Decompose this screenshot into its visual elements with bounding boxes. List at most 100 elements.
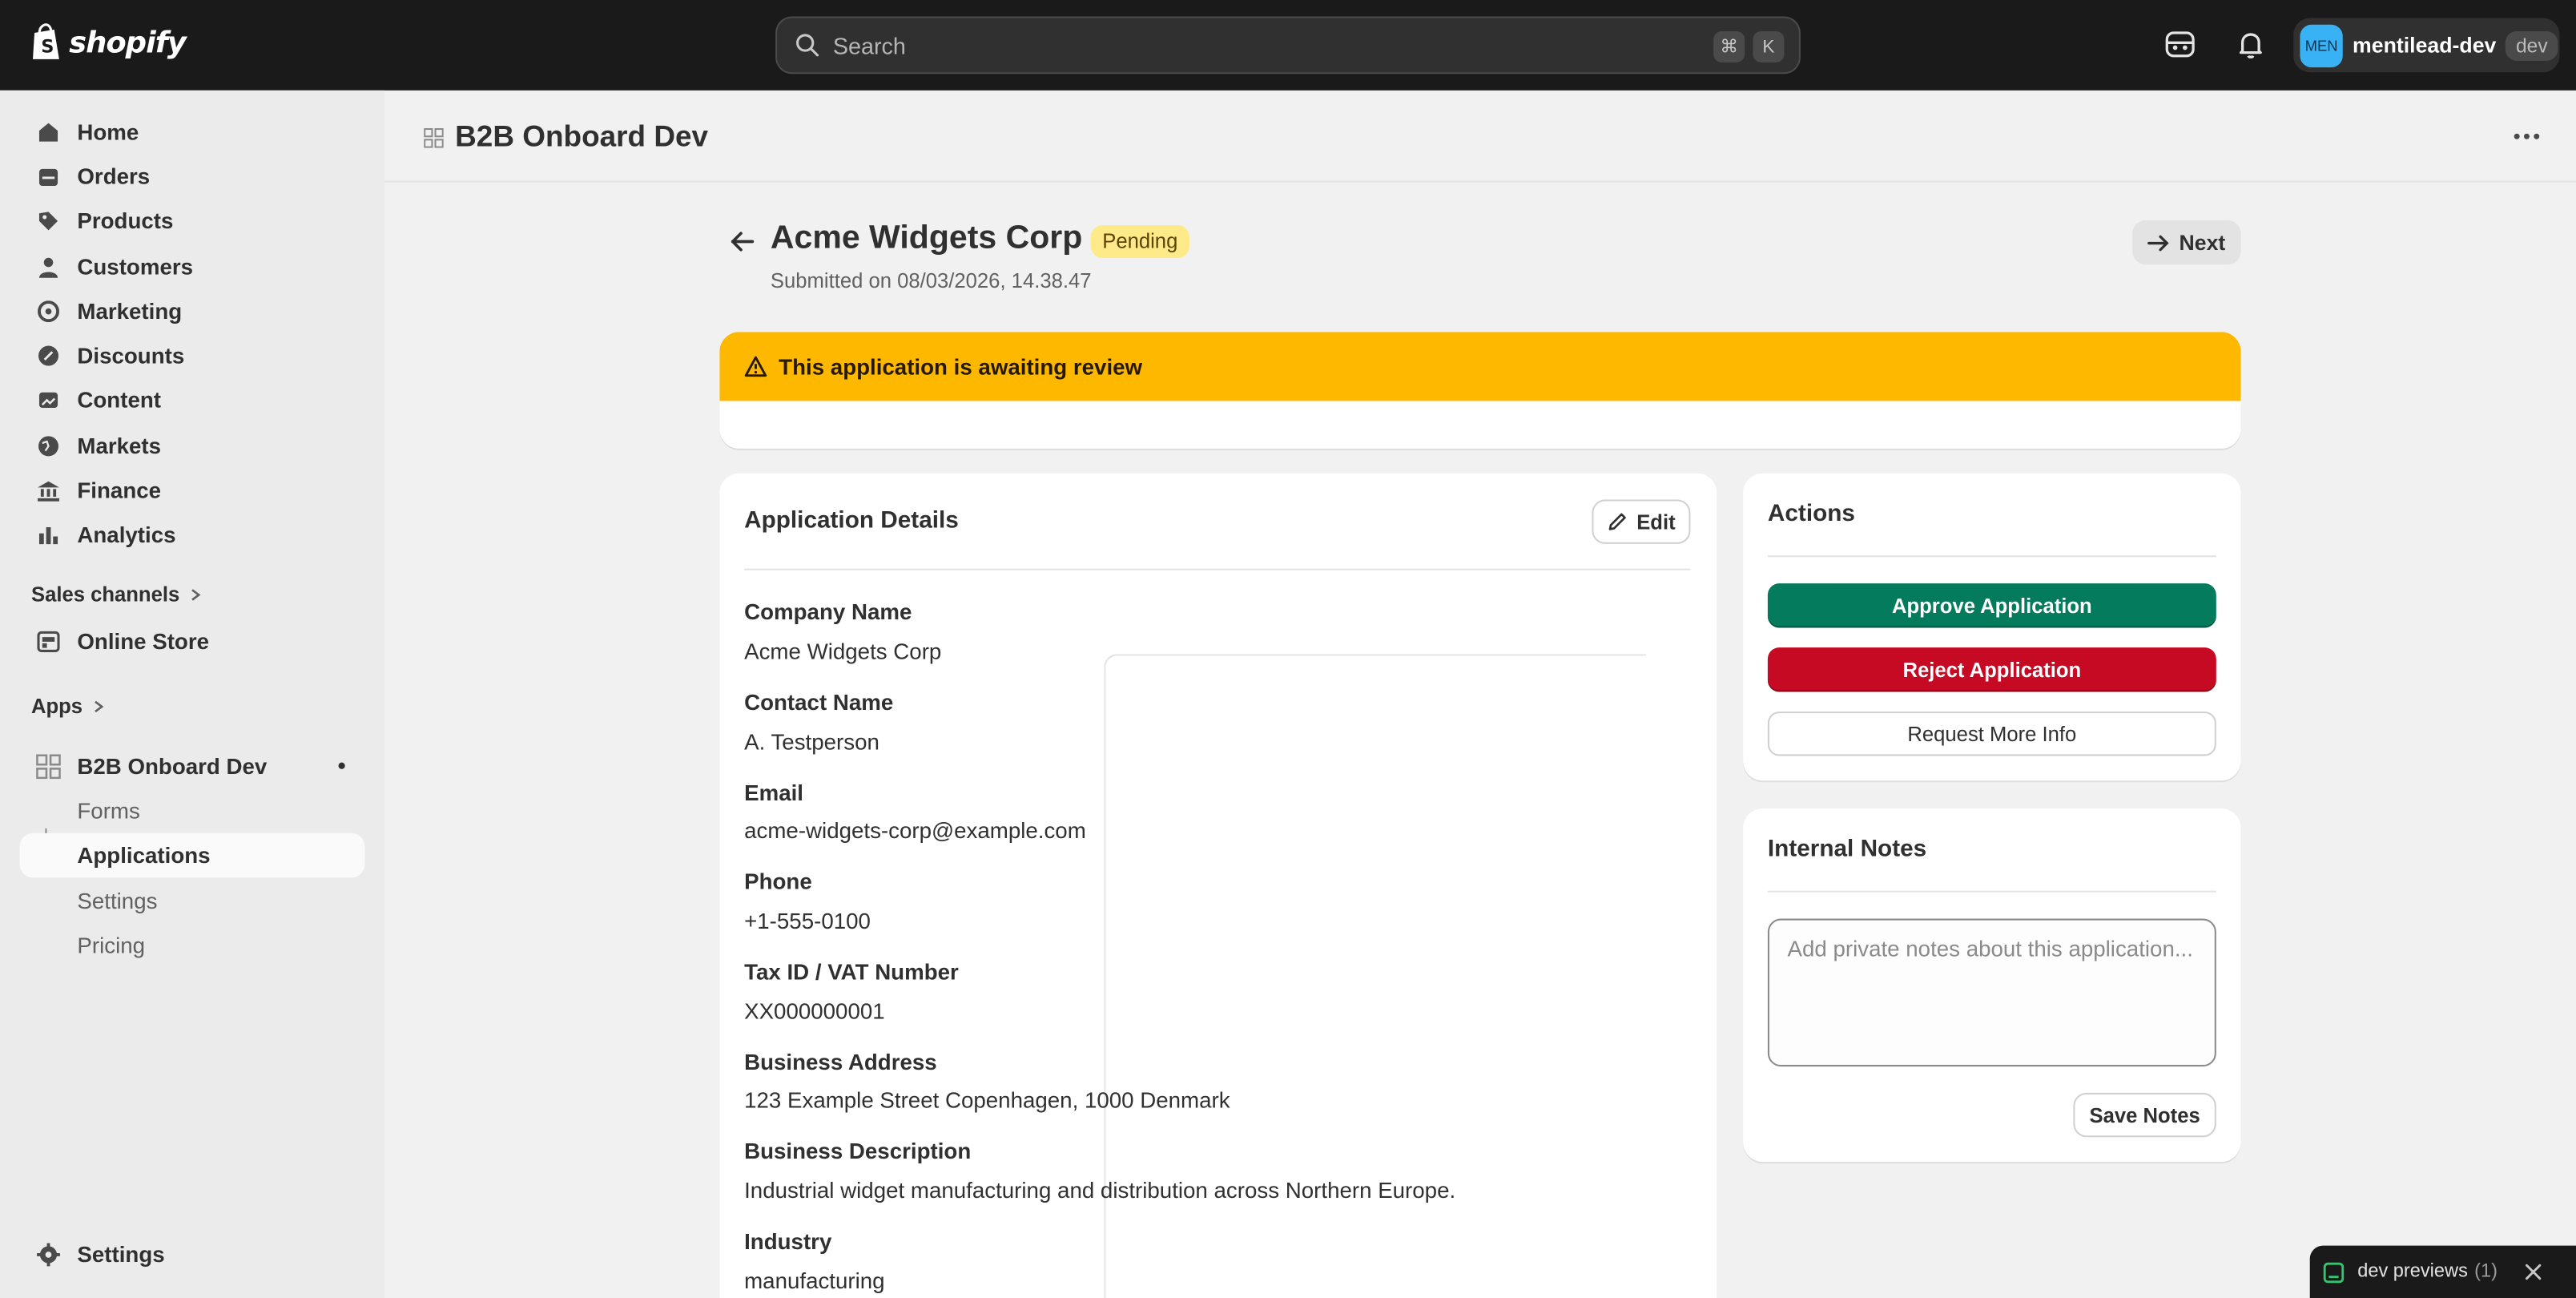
app-header: B2B Onboard Dev [384,91,2576,183]
avatar: MEN [2300,23,2343,67]
sidebar-subitem-label: Settings [77,889,158,914]
next-button[interactable]: Next [2132,220,2241,265]
apps-section[interactable]: Apps [30,695,106,719]
app-title: B2B Onboard Dev [455,119,709,153]
search-input[interactable]: Search ⌘ K [775,16,1801,75]
pencil-icon [1609,513,1627,530]
main-content: B2B Onboard Dev Acme Widgets Corp Pendin… [384,91,2576,1298]
edit-button[interactable]: Edit [1592,499,1691,544]
back-arrow-icon[interactable] [728,227,758,256]
sidebar-item-analytics[interactable]: Analytics [20,513,365,557]
field-value-industry: manufacturing [744,1268,885,1294]
status-badge: Pending [1090,224,1189,259]
dev-previews-label: dev previews [2357,1262,2468,1282]
shopify-logo[interactable]: S shopify [30,23,187,62]
sidebar-item-content[interactable]: Content [20,378,365,422]
field-value-phone: +1-555-0100 [744,909,871,933]
bank-icon [38,481,59,502]
field-value-company-name: Acme Widgets Corp [744,639,942,664]
person-icon [38,257,58,278]
sidebar-subitem-forms[interactable]: Forms [20,788,365,832]
sidebar-item-settings[interactable]: Settings [20,1232,365,1276]
sidebar-item-label: Settings [77,1242,165,1268]
sidebar-item-label: B2B Onboard Dev [77,754,268,780]
sidebar-item-label: Customers [77,254,194,280]
field-label-business-address: Business Address [744,1050,937,1075]
dev-previews-bar[interactable]: dev previews (1) [2309,1245,2576,1298]
search-placeholder: Search [832,31,906,58]
image-icon [38,392,58,409]
sidebar-subitem-label: Applications [77,843,211,868]
orders-icon [38,168,58,187]
globe-icon [38,436,59,457]
field-value-business-address: 123 Example Street Copenhagen, 1000 Denm… [744,1087,1230,1113]
app-grid-icon [36,754,61,780]
field-value-contact-name: A. Testperson [744,729,879,755]
field-value-business-description: Industrial widget manufacturing and dist… [744,1178,1456,1203]
sales-channels-section[interactable]: Sales channels [31,583,203,607]
reject-button[interactable]: Reject Application [1767,647,2216,692]
sidebar-item-orders[interactable]: Orders [20,155,365,199]
more-horizontal-icon[interactable] [2510,123,2543,150]
close-icon[interactable] [2523,1262,2543,1282]
sidebar-item-b2b-onboard-dev[interactable]: B2B Onboard Dev [20,744,365,788]
sidebar-item-label: Marketing [77,299,183,324]
sidebar-item-label: Markets [77,433,162,459]
actions-card: Actions Approve Application Reject Appli… [1743,473,2241,781]
top-bar: S shopify Search ⌘ K MEN mentilead-dev d… [0,0,2576,91]
sidebar-item-discounts[interactable]: Discounts [20,333,365,377]
field-label-industry: Industry [744,1229,832,1254]
sidebar-subitem-applications[interactable]: Applications [19,832,365,878]
sidebar-subitem-label: Forms [77,798,140,824]
gear-icon [37,1243,60,1267]
submitted-date: Submitted on 08/03/2026, 14.38.47 [770,269,1092,293]
sidebar-item-label: Content [77,388,161,413]
notes-textarea[interactable]: Add private notes about this application… [1767,918,2216,1067]
account-badge: dev [2506,30,2558,60]
command-key-hint: ⌘ [1713,30,1745,62]
home-icon [38,123,58,142]
sidebar-item-home[interactable]: Home [20,110,365,154]
sidebar-item-label: Discounts [77,343,185,369]
divider [1767,890,2216,893]
sidebar-item-finance[interactable]: Finance [20,469,365,513]
account-menu[interactable]: MEN mentilead-dev dev [2293,18,2560,73]
approve-button[interactable]: Approve Application [1767,583,2216,628]
card-title: Actions [1767,501,1855,528]
sidebar-item-products[interactable]: Products [20,199,365,243]
card-title: Internal Notes [1767,836,1927,863]
dev-tools-icon[interactable] [2163,28,2196,61]
search-icon [796,34,819,57]
sidebar-subitem-settings[interactable]: Settings [20,879,365,923]
sidebar-item-label: Home [77,119,139,145]
bar-chart-icon [38,526,58,545]
bell-icon[interactable] [2234,28,2267,61]
discount-icon [38,345,59,366]
sidebar-item-label: Online Store [77,629,210,655]
sidebar-item-label: Orders [77,164,151,189]
sidebar-item-marketing[interactable]: Marketing [20,289,365,333]
apps-label: Apps [30,695,83,719]
preview-icon [2323,1261,2345,1283]
notes-placeholder: Add private notes about this application… [1787,937,2193,961]
sidebar-item-markets[interactable]: Markets [20,424,365,468]
request-info-button[interactable]: Request More Info [1767,711,2216,756]
sidebar-item-customers[interactable]: Customers [20,245,365,289]
app-grid-icon [424,127,444,148]
pin-dot-icon[interactable] [338,762,345,769]
tag-icon [38,212,58,231]
logo-text: shopify [69,25,187,60]
field-label-tax-id: Tax ID / VAT Number [744,959,959,985]
sidebar: Home Orders Products Customers Marketing… [0,90,384,1298]
application-details-card: Application Details Edit Company Name Ac… [719,473,1717,1298]
sidebar-subitem-pricing[interactable]: Pricing [20,924,365,968]
store-icon [37,631,60,652]
sidebar-item-online-store[interactable]: Online Store [20,619,365,663]
save-notes-button[interactable]: Save Notes [2073,1092,2216,1138]
target-icon [38,300,59,323]
k-key-hint: K [1753,30,1785,62]
shopify-bag-icon: S [33,23,59,59]
field-label-company-name: Company Name [744,599,912,625]
internal-notes-card: Internal Notes Add private notes about t… [1743,808,2241,1163]
svg-text:S: S [41,37,54,58]
